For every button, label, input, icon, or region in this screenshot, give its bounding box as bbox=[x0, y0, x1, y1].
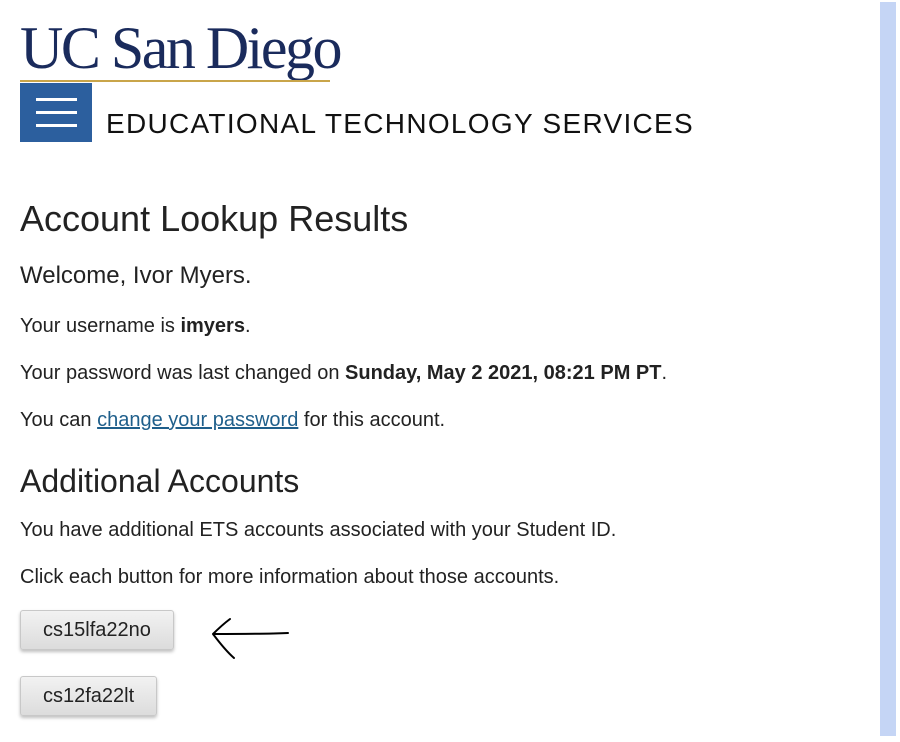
hand-drawn-arrow-icon bbox=[212, 618, 289, 659]
org-name[interactable]: EDUCATIONAL TECHNOLOGY SERVICES bbox=[106, 108, 694, 140]
ucsd-logo[interactable]: UC San Diego bbox=[20, 18, 342, 78]
page: UC San Diego EDUCATIONAL TECHNOLOGY SERV… bbox=[0, 0, 900, 742]
additional-accounts-info: You have additional ETS accounts associa… bbox=[20, 519, 617, 541]
scrollbar[interactable] bbox=[880, 2, 896, 736]
additional-accounts-title: Additional Accounts bbox=[20, 463, 300, 499]
additional-accounts-instruction: Click each button for more information a… bbox=[20, 566, 560, 588]
change-password-link[interactable]: change your password bbox=[97, 409, 298, 431]
change-password-line: You can change your password for this ac… bbox=[20, 409, 446, 431]
password-changed-date: Sunday, May 2 2021, 08:21 PM PT bbox=[345, 362, 662, 384]
username-value: imyers bbox=[180, 315, 245, 337]
username-line: Your username is imyers. bbox=[20, 315, 251, 337]
page-title: Account Lookup Results bbox=[20, 198, 409, 239]
logo-underline bbox=[20, 80, 330, 82]
password-changed-line: Your password was last changed on Sunday… bbox=[20, 362, 668, 384]
account-button-cs15lfa22no[interactable]: cs15lfa22no bbox=[20, 610, 174, 650]
welcome-message: Welcome, Ivor Myers. bbox=[20, 262, 252, 289]
account-button-cs12fa22lt[interactable]: cs12fa22lt bbox=[20, 676, 158, 716]
menu-button[interactable] bbox=[20, 83, 92, 142]
